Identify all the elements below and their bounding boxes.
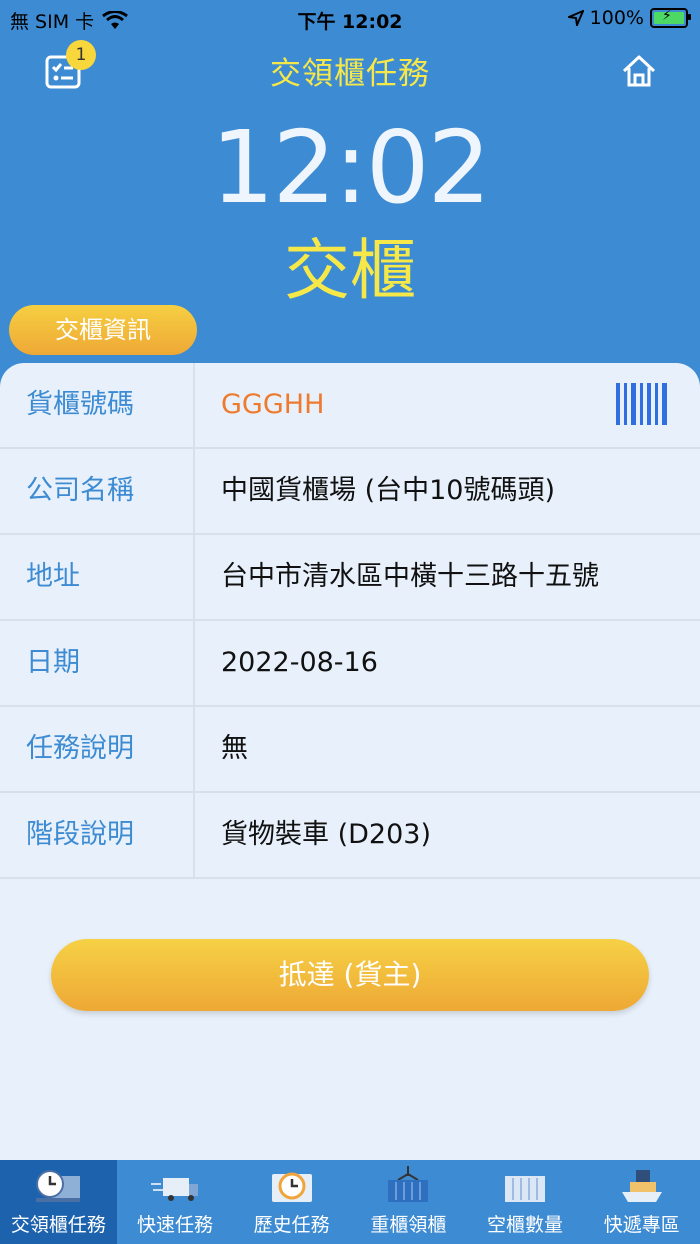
tab-label: 歷史任務 xyxy=(253,1214,330,1236)
status-bar: 無 SIM 卡 下午 12:02 100% ⚡ xyxy=(0,0,700,36)
tab-empty-count[interactable]: 空櫃數量 xyxy=(467,1160,584,1244)
tab-heavy-container[interactable]: 重櫃領櫃 xyxy=(350,1160,467,1244)
battery-percent: 100% xyxy=(589,7,644,29)
tab-label: 重櫃領櫃 xyxy=(370,1214,447,1236)
tab-label: 快速任務 xyxy=(137,1214,214,1236)
row-label: 貨櫃號碼 xyxy=(0,363,195,447)
battery-icon: ⚡ xyxy=(650,8,691,28)
arrive-button[interactable]: 抵達 (貨主) xyxy=(51,939,649,1011)
clock-truck-icon xyxy=(36,1170,81,1202)
current-time: 12:02 xyxy=(210,109,491,226)
tab-label: 空櫃數量 xyxy=(487,1214,564,1236)
row-label: 階段說明 xyxy=(0,793,195,877)
task-mode: 交櫃 xyxy=(284,232,416,309)
row-label: 任務說明 xyxy=(0,707,195,791)
row-value: 台中市清水區中橫十三路十五號 xyxy=(221,561,599,592)
row-label: 日期 xyxy=(0,621,195,705)
tab-container-task[interactable]: 交領櫃任務 xyxy=(0,1160,117,1244)
home-icon[interactable] xyxy=(620,52,658,90)
crane-container-icon xyxy=(388,1166,429,1202)
row-label: 公司名稱 xyxy=(0,449,195,533)
container-number: GGGHH xyxy=(221,389,325,420)
row-value: 2022-08-16 xyxy=(221,647,378,678)
info-card: 貨櫃號碼 GGGHH 公司名稱 中國貨櫃場 (台中10號碼頭) 地址 台中市清水… xyxy=(0,363,700,1163)
barcode-icon[interactable] xyxy=(616,383,670,425)
fast-truck-icon xyxy=(151,1178,198,1201)
tab-label: 交領櫃任務 xyxy=(10,1214,106,1236)
row-label: 地址 xyxy=(0,535,195,619)
info-row-company: 公司名稱 中國貨櫃場 (台中10號碼頭) xyxy=(0,449,700,535)
info-row-stage-desc: 階段說明 貨物裝車 (D203) xyxy=(0,793,700,879)
empty-container-icon xyxy=(505,1176,546,1202)
info-row-address: 地址 台中市清水區中橫十三路十五號 xyxy=(0,535,700,621)
location-arrow-icon xyxy=(567,10,584,26)
info-row-task-desc: 任務說明 無 xyxy=(0,707,700,793)
row-value: 中國貨櫃場 (台中10號碼頭) xyxy=(221,475,556,506)
info-tab[interactable]: 交櫃資訊 xyxy=(9,305,197,355)
row-value: 貨物裝車 (D203) xyxy=(221,819,431,850)
tab-history[interactable]: 歷史任務 xyxy=(233,1160,350,1244)
info-row-date: 日期 2022-08-16 xyxy=(0,621,700,707)
express-ship-icon xyxy=(621,1170,662,1202)
row-value: 無 xyxy=(221,733,248,764)
row-value: GGGHH xyxy=(195,363,700,447)
page-title: 交領櫃任務 xyxy=(270,56,430,92)
tab-label: 快遞專區 xyxy=(603,1214,680,1236)
tab-bar: 交領櫃任務 快速任務 歷史任務 重櫃領櫃 空櫃數量 快遞專區 xyxy=(0,1160,700,1244)
history-icon xyxy=(271,1172,312,1202)
info-row-container-no: 貨櫃號碼 GGGHH xyxy=(0,363,700,449)
tab-fast-task[interactable]: 快速任務 xyxy=(117,1160,234,1244)
info-table: 貨櫃號碼 GGGHH 公司名稱 中國貨櫃場 (台中10號碼頭) 地址 台中市清水… xyxy=(0,363,700,879)
tab-express[interactable]: 快遞專區 xyxy=(583,1160,700,1244)
